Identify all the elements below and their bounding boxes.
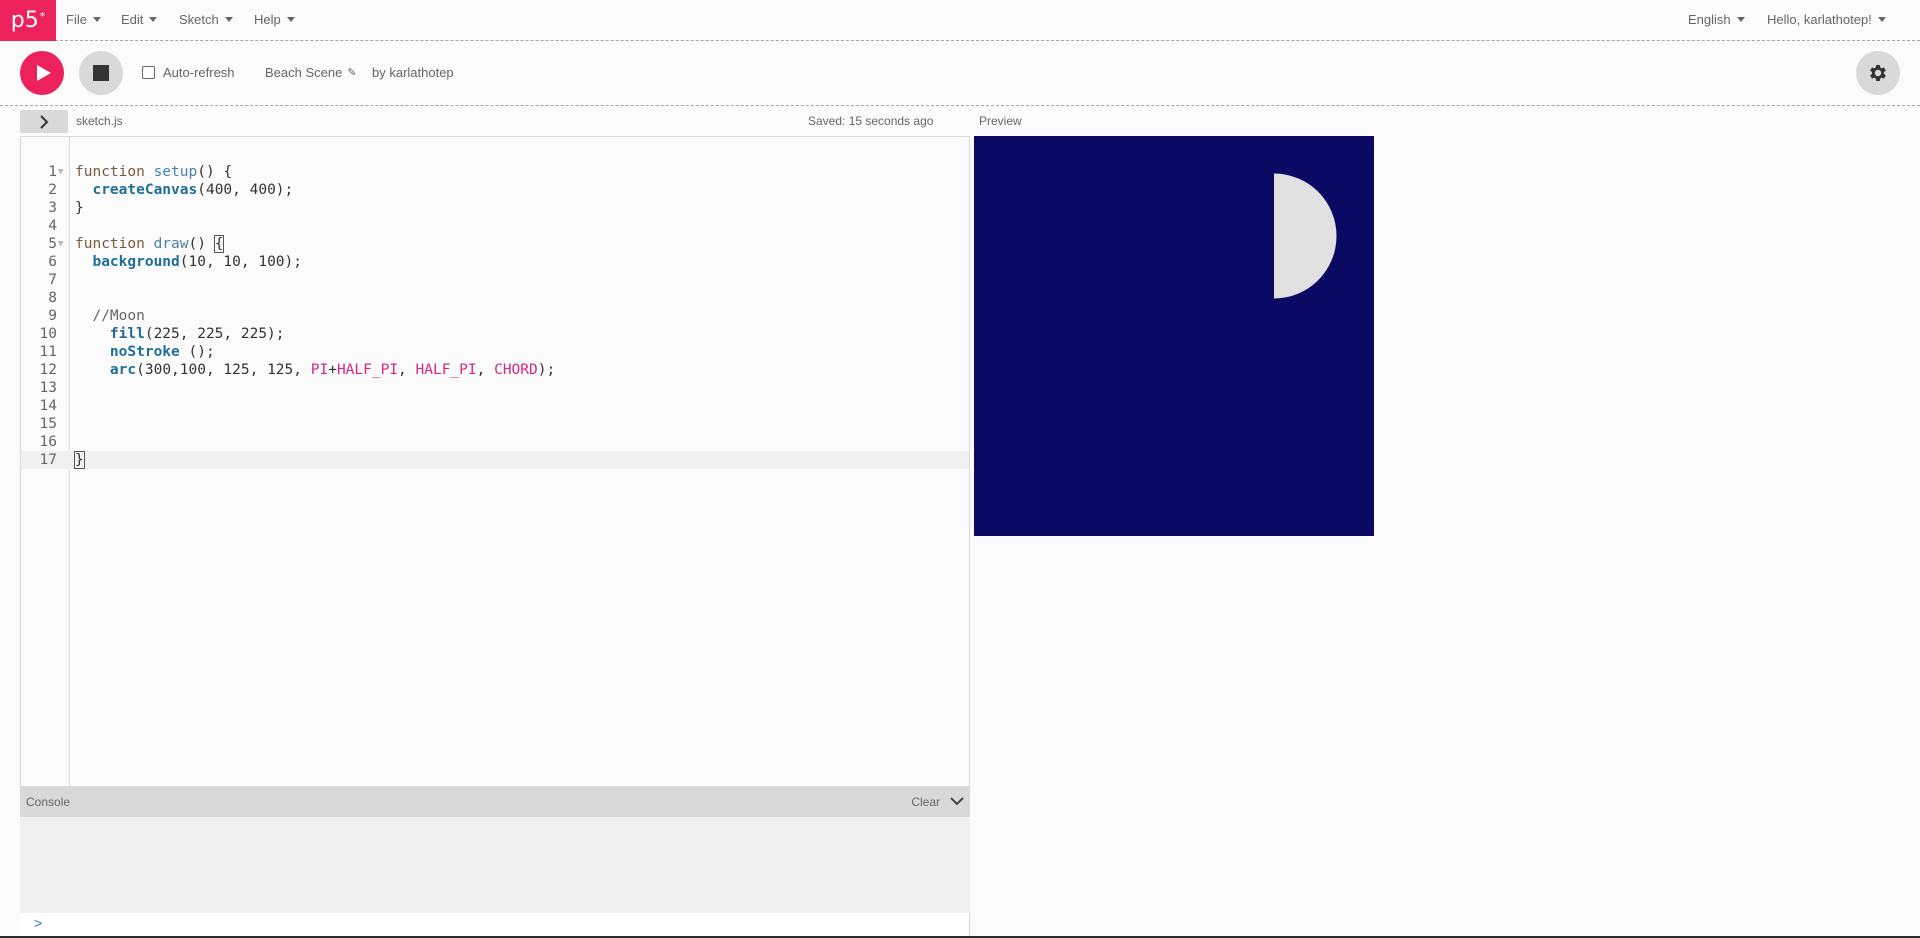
caret-down-icon (149, 17, 158, 22)
line-number: 6 (48, 254, 57, 270)
language-label: English (1688, 12, 1731, 27)
console-title: Console (26, 795, 71, 809)
code-text: function draw() { (75, 235, 225, 253)
console-collapse-button[interactable] (950, 794, 964, 813)
code-line[interactable]: 7 (21, 271, 969, 289)
code-text: arc(300,100, 125, 125, PI+HALF_PI, HALF_… (109, 362, 556, 378)
line-number: 10 (39, 326, 57, 342)
logo-text: p5 (10, 8, 39, 33)
line-number: 3 (48, 200, 57, 216)
line-number: 17 (39, 452, 57, 468)
code-line[interactable]: 5 ▼ function draw() { (21, 235, 969, 253)
console-input[interactable]: > (20, 913, 970, 936)
caret-down-icon (286, 17, 295, 22)
line-number: 16 (39, 434, 57, 450)
code-line[interactable]: 11 noStroke (); (21, 343, 969, 361)
line-number: 8 (48, 290, 57, 306)
caret-down-icon (1877, 17, 1886, 22)
code-text: noStroke (); (109, 344, 215, 360)
user-menu[interactable]: Hello, karlathotep! (1767, 12, 1886, 27)
code-text: fill(225, 225, 225); (109, 326, 285, 342)
line-number: 7 (48, 272, 57, 288)
code-line[interactable]: 4 (21, 217, 969, 235)
line-number: 13 (39, 380, 57, 396)
code-line[interactable]: 14 (21, 397, 969, 415)
code-text: } (75, 200, 84, 216)
code-text: background(10, 10, 100); (92, 254, 302, 270)
code-line[interactable]: 2 createCanvas(400, 400); (21, 181, 969, 199)
code-text: createCanvas(400, 400); (92, 182, 294, 198)
code-editor[interactable]: 1 ▼ function setup() {2 createCanvas(400, … (20, 136, 970, 786)
code-line[interactable]: 8 (21, 289, 969, 307)
console-header: Console Clear (20, 786, 970, 817)
code-text: //Moon (75, 308, 145, 324)
line-number: 9 (48, 308, 57, 324)
line-number: 1 (48, 164, 57, 180)
chevron-down-icon (950, 797, 964, 806)
caret-down-icon (1736, 17, 1745, 22)
sidebar-expand-button[interactable] (20, 110, 68, 133)
code-line[interactable]: 15 (21, 415, 969, 433)
console-prompt-icon: > (34, 915, 43, 931)
code-line[interactable]: 3} (21, 199, 969, 217)
menu-file[interactable]: File (66, 12, 101, 27)
code-line[interactable]: 9 //Moon (21, 307, 969, 325)
code-line[interactable]: 10 fill(225, 225, 225); (21, 325, 969, 343)
code-text: } (74, 451, 85, 469)
sketch-name[interactable]: Beach Scene ✎ (265, 65, 357, 80)
fold-arrow-icon[interactable]: ▼ (58, 163, 63, 181)
line-number: 11 (39, 344, 57, 360)
logo-asterisk: * (39, 10, 46, 23)
sketch-name-label: Beach Scene (265, 65, 343, 80)
code-line[interactable]: 16 (21, 433, 969, 451)
console-clear-button[interactable]: Clear (911, 795, 940, 809)
menu-sketch-label: Sketch (179, 12, 219, 27)
stop-icon (93, 65, 109, 81)
top-nav: p5 * File Edit Sketch Help English Hello,… (0, 0, 1920, 41)
auto-refresh-label: Auto-refresh (163, 65, 235, 80)
menu-edit-label: Edit (121, 12, 144, 27)
code-line[interactable]: 6 background(10, 10, 100); (21, 253, 969, 271)
menu-help-label: Help (254, 12, 281, 27)
code-lines[interactable]: 1 ▼ function setup() {2 createCanvas(400, … (21, 163, 969, 469)
saved-status: Saved: 15 seconds ago (808, 114, 934, 128)
preview-canvas[interactable] (974, 136, 1374, 536)
language-menu[interactable]: English (1688, 12, 1745, 27)
user-greeting: Hello, karlathotep! (1767, 12, 1872, 27)
code-line[interactable]: 1 ▼ function setup() { (21, 163, 969, 181)
stop-button[interactable] (79, 51, 123, 95)
code-line[interactable]: 13 (21, 379, 969, 397)
line-number: 15 (39, 416, 57, 432)
code-line[interactable]: 17} (21, 451, 969, 469)
line-number: 2 (48, 182, 57, 198)
line-number: 4 (48, 218, 57, 234)
p5-logo[interactable]: p5 * (0, 0, 56, 41)
code-text: function setup() { (75, 164, 233, 180)
play-button[interactable] (20, 51, 64, 95)
play-icon (37, 65, 51, 81)
auto-refresh-checkbox[interactable] (142, 66, 155, 79)
menu-help[interactable]: Help (254, 12, 295, 27)
sketch-owner: by karlathotep (372, 65, 454, 80)
chevron-right-icon (40, 114, 49, 129)
line-number: 5 (48, 236, 57, 252)
settings-button[interactable] (1856, 51, 1900, 95)
fold-arrow-icon[interactable]: ▼ (58, 235, 63, 253)
menu-file-label: File (66, 12, 87, 27)
console-output (20, 817, 970, 913)
gear-icon (1870, 65, 1886, 81)
menu-edit[interactable]: Edit (121, 12, 158, 27)
file-name: sketch.js (76, 114, 123, 128)
menu-sketch[interactable]: Sketch (179, 12, 233, 27)
pencil-icon[interactable]: ✎ (347, 66, 356, 79)
code-line[interactable]: 12 arc(300,100, 125, 125, PI+HALF_PI, HA… (21, 361, 969, 379)
auto-refresh-toggle[interactable]: Auto-refresh (142, 65, 235, 80)
toolbar: Auto-refresh Beach Scene ✎ by karlathote… (0, 41, 1920, 106)
line-number: 12 (39, 362, 57, 378)
line-number: 14 (39, 398, 57, 414)
caret-down-icon (92, 17, 101, 22)
caret-down-icon (224, 17, 233, 22)
preview-label: Preview (979, 114, 1022, 128)
